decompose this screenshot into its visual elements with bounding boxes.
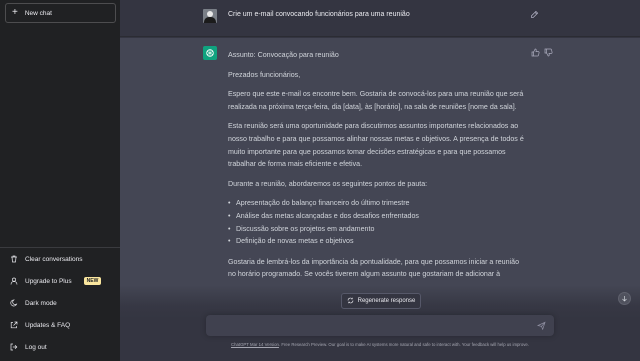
email-paragraph: Gostaria de lembrá-los da importância da… xyxy=(228,257,520,279)
avatar xyxy=(203,9,217,23)
sidebar-item-label: Clear conversations xyxy=(25,255,83,263)
sidebar-item-label: Dark mode xyxy=(25,299,57,307)
email-greeting: Prezados funcionários, xyxy=(228,70,301,79)
logout-icon xyxy=(10,343,18,351)
assistant-message-text: Assunto: Convocação para reunião Prezado… xyxy=(228,49,528,288)
message-input[interactable] xyxy=(206,315,554,336)
email-paragraph: Esta reunião será uma oportunidade para … xyxy=(228,122,524,169)
new-chat-label: New chat xyxy=(24,9,52,17)
external-link-icon xyxy=(10,321,18,329)
new-badge: NEW xyxy=(83,277,102,285)
scroll-down-button[interactable] xyxy=(618,292,631,305)
send-icon[interactable] xyxy=(537,321,546,330)
sidebar: + New chat Clear conversations Upgrade t… xyxy=(0,0,120,361)
list-item: Discussão sobre os projetos em andamento xyxy=(228,223,528,236)
list-item: Definição de novas metas e objetivos xyxy=(228,235,528,248)
email-paragraph: Durante a reunião, abordaremos os seguin… xyxy=(228,179,428,188)
chatgpt-logo-icon xyxy=(203,46,217,60)
new-chat-button[interactable]: + New chat xyxy=(5,3,116,23)
trash-icon xyxy=(10,255,18,263)
version-link[interactable]: ChatGPT Mar 14 Version xyxy=(231,342,279,347)
sidebar-item-label: Upgrade to Plus xyxy=(25,277,72,285)
list-item: Apresentação do balanço financeiro do úl… xyxy=(228,197,528,210)
sidebar-item-updates-faq[interactable]: Updates & FAQ xyxy=(0,315,120,335)
edit-icon[interactable] xyxy=(530,10,539,19)
regenerate-response-button[interactable]: Regenerate response xyxy=(341,293,421,309)
plus-icon: + xyxy=(12,7,18,18)
user-icon xyxy=(10,277,18,285)
thumbs-down-icon[interactable] xyxy=(544,48,553,57)
chat-main: Crie um e-mail convocando funcionários p… xyxy=(120,0,640,361)
agenda-list: Apresentação do balanço financeiro do úl… xyxy=(228,197,528,247)
sidebar-item-clear-conversations[interactable]: Clear conversations xyxy=(0,249,120,269)
sidebar-item-log-out[interactable]: Log out xyxy=(0,337,120,357)
sidebar-divider xyxy=(0,247,120,248)
sidebar-item-upgrade[interactable]: Upgrade to Plus NEW xyxy=(0,271,120,291)
user-message-text: Crie um e-mail convocando funcionários p… xyxy=(228,11,410,18)
user-message-row: Crie um e-mail convocando funcionários p… xyxy=(120,0,640,37)
email-subject: Assunto: Convocação para reunião xyxy=(228,51,339,59)
sidebar-item-dark-mode[interactable]: Dark mode xyxy=(0,293,120,313)
list-item: Análise das metas alcançadas e dos desaf… xyxy=(228,210,528,223)
sidebar-item-label: Updates & FAQ xyxy=(25,321,71,329)
arrow-down-icon xyxy=(622,296,627,302)
refresh-icon xyxy=(347,297,354,306)
regenerate-label: Regenerate response xyxy=(357,298,416,304)
footer-disclaimer: ChatGPT Mar 14 Version. Free Research Pr… xyxy=(120,342,640,347)
footer-text: . Free Research Preview. Our goal is to … xyxy=(278,342,529,347)
sidebar-item-label: Log out xyxy=(25,343,47,351)
thumbs-up-icon[interactable] xyxy=(531,48,540,57)
moon-icon xyxy=(10,299,18,307)
email-paragraph: Espero que este e-mail os encontre bem. … xyxy=(228,90,524,111)
